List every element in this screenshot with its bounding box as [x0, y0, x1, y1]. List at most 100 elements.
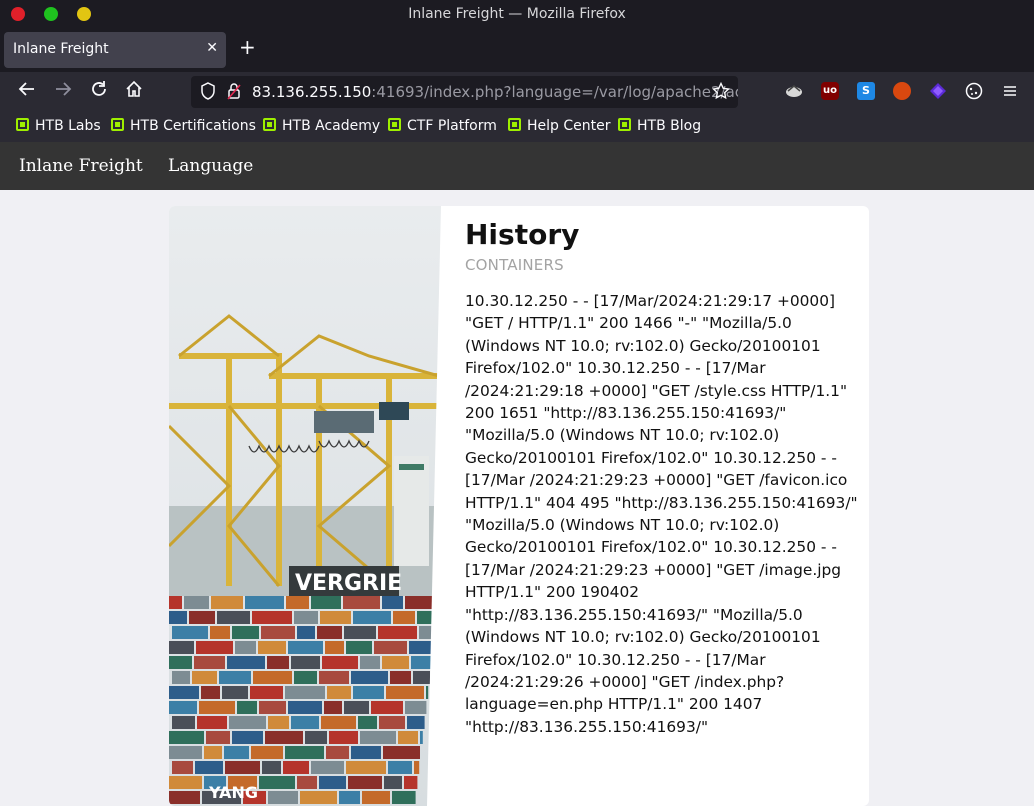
tab-strip: Inlane Freight ✕ +: [0, 28, 1034, 72]
shipping-container: [297, 776, 317, 789]
shipping-container: [251, 746, 283, 759]
shipping-container: [426, 686, 429, 699]
shipping-container: [268, 791, 298, 804]
shipping-container: [211, 596, 243, 609]
shipping-container: [344, 626, 376, 639]
shipping-container: [229, 716, 266, 729]
language-menu-link[interactable]: Language: [168, 156, 253, 176]
back-arrow-icon[interactable]: [15, 80, 39, 104]
shipping-container: [194, 656, 225, 669]
bookmark-star-icon[interactable]: [711, 81, 731, 104]
reload-icon[interactable]: [87, 80, 111, 104]
shipping-container: [294, 611, 318, 624]
url-text[interactable]: 83.136.255.150:41693/index.php?language=…: [252, 83, 738, 101]
tab-close-icon[interactable]: ✕: [206, 40, 218, 56]
new-tab-icon[interactable]: +: [239, 35, 256, 59]
foxyproxy-extension-icon[interactable]: [785, 82, 803, 100]
shipping-container: [346, 641, 372, 654]
bookmark-help-center[interactable]: Help Center: [508, 118, 611, 134]
shipping-container: [232, 731, 263, 744]
shipping-container: [311, 761, 344, 774]
bookmark-ctf-platform[interactable]: CTF Platform: [388, 118, 497, 134]
container-brand-text: YANG: [208, 783, 258, 802]
card-title: History: [465, 218, 580, 251]
ublock-origin-extension-icon[interactable]: uo: [821, 82, 839, 100]
shipping-container: [172, 716, 195, 729]
shipping-container: [291, 716, 319, 729]
shipping-container: [383, 746, 420, 759]
shipping-container: [414, 761, 420, 774]
shipping-container: [305, 731, 327, 744]
shipping-container: [346, 761, 386, 774]
cookie-extension-icon[interactable]: [965, 82, 983, 100]
shipping-container: [297, 626, 315, 639]
shipping-container: [388, 761, 412, 774]
shipping-container: [382, 596, 403, 609]
shipping-container: [384, 776, 402, 789]
shipping-container: [169, 656, 192, 669]
fox-extension-icon[interactable]: [893, 82, 911, 100]
shipping-container: [184, 596, 209, 609]
shipping-container: [378, 626, 417, 639]
shipping-container: [210, 626, 230, 639]
shipping-container: [407, 716, 425, 729]
shipping-container: [374, 641, 407, 654]
bookmark-label: Help Center: [527, 118, 611, 134]
shipping-container: [267, 656, 289, 669]
url-bar[interactable]: 83.136.255.150:41693/index.php?language=…: [191, 76, 738, 108]
htb-cube-icon: [388, 118, 401, 131]
shipping-container: [189, 611, 215, 624]
shipping-container: [329, 731, 358, 744]
shipping-container: [285, 686, 325, 699]
htb-cube-icon: [508, 118, 521, 131]
shipping-container: [411, 656, 432, 669]
site-brand-link[interactable]: Inlane Freight: [19, 156, 143, 176]
shipping-container: [169, 776, 202, 789]
shipping-container: [409, 641, 434, 654]
shipping-container: [362, 791, 390, 804]
bookmark-label: HTB Certifications: [130, 118, 256, 134]
hamburger-menu-icon[interactable]: [1001, 82, 1019, 100]
shipping-container: [288, 701, 322, 714]
shipping-container: [321, 716, 356, 729]
shipping-container: [261, 626, 295, 639]
shipping-container: [405, 701, 427, 714]
tab-title: Inlane Freight: [13, 41, 109, 57]
bookmark-htb-blog[interactable]: HTB Blog: [618, 118, 701, 134]
shipping-container: [420, 731, 423, 744]
shipping-container: [259, 776, 295, 789]
shipping-container: [358, 716, 377, 729]
s-extension-icon[interactable]: S: [857, 82, 875, 100]
bookmark-htb-labs[interactable]: HTB Labs: [16, 118, 101, 134]
shipping-container: [382, 656, 409, 669]
history-card: VERGRIE YANG History CONTAINERS 10.30.12…: [169, 206, 869, 806]
wappalyzer-extension-icon[interactable]: [929, 82, 947, 100]
shipping-container: [224, 746, 249, 759]
bookmark-label: CTF Platform: [407, 118, 497, 134]
shipping-container: [206, 731, 230, 744]
shipping-container: [413, 671, 430, 684]
shipping-container: [311, 596, 341, 609]
bookmark-htb-academy[interactable]: HTB Academy: [263, 118, 380, 134]
shipping-container: [197, 716, 227, 729]
shipping-container: [268, 716, 289, 729]
shipping-container: [371, 701, 403, 714]
insecure-lock-icon[interactable]: [227, 82, 241, 104]
shipping-container: [322, 656, 358, 669]
navigation-toolbar: 83.136.255.150:41693/index.php?language=…: [0, 72, 1034, 112]
shipping-container: [327, 686, 351, 699]
forward-arrow-icon[interactable]: [51, 80, 75, 104]
shipping-container: [344, 701, 369, 714]
shipping-container: [195, 761, 223, 774]
shipping-container: [319, 671, 349, 684]
port-cranes-image: VERGRIE YANG: [169, 206, 449, 806]
home-icon[interactable]: [122, 80, 146, 104]
shield-icon[interactable]: [200, 82, 216, 104]
shipping-container: [169, 611, 187, 624]
bookmark-htb-certifications[interactable]: HTB Certifications: [111, 118, 256, 134]
tab-inlane-freight[interactable]: Inlane Freight ✕: [4, 32, 226, 68]
shipping-container: [235, 641, 256, 654]
shipping-container: [326, 746, 349, 759]
shipping-container: [192, 671, 217, 684]
shipping-container: [286, 596, 309, 609]
